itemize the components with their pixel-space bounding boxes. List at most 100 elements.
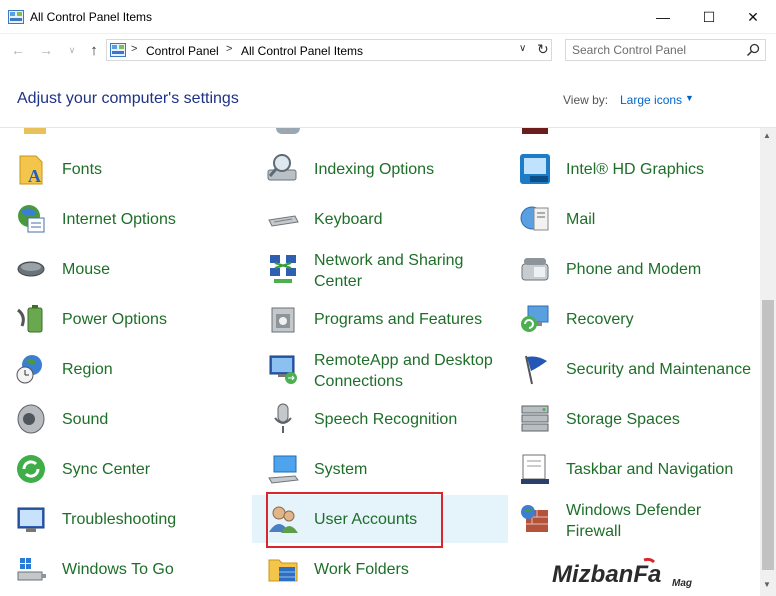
control-panel-items: A Fonts Indexing Options Intel® HD Graph…: [0, 128, 760, 596]
item-label: Phone and Modem: [566, 261, 702, 278]
item-fonts[interactable]: A Fonts: [0, 145, 240, 193]
breadcrumb-separator[interactable]: >: [226, 43, 232, 55]
item-storage-spaces[interactable]: Storage Spaces: [504, 395, 744, 443]
mouse-icon: [17, 261, 45, 277]
svg-text:MizbanFa: MizbanFa: [552, 561, 661, 588]
scrollbar-thumb[interactable]: [762, 300, 774, 570]
item-power-options[interactable]: Power Options: [0, 295, 240, 343]
system-icon: [268, 455, 299, 484]
item-label: Windows Defender Firewall: [566, 502, 702, 540]
item-system[interactable]: System: [252, 445, 492, 493]
item-label: Speech Recognition: [314, 411, 458, 428]
item-programs-and-features[interactable]: Programs and Features: [252, 295, 492, 343]
item-label: Troubleshooting: [62, 511, 177, 528]
breadcrumb-separator[interactable]: >: [131, 43, 137, 55]
item-remoteapp-and-desktop-connections[interactable]: RemoteApp and Desktop Connections: [252, 345, 493, 393]
annotation-highlight-box: [266, 492, 443, 548]
back-arrow-icon[interactable]: ←: [8, 40, 28, 60]
item-label: Taskbar and Navigation: [566, 461, 734, 478]
network-icon: [270, 255, 296, 283]
item-internet-options[interactable]: Internet Options: [0, 195, 240, 243]
search-box[interactable]: [565, 39, 766, 61]
firewall-icon: [521, 505, 548, 532]
breadcrumb-all-items[interactable]: All Control Panel Items: [241, 44, 363, 58]
item-label: Recovery: [566, 311, 634, 328]
item-region[interactable]: Region: [0, 345, 240, 393]
item-windows-to-go[interactable]: Windows To Go: [0, 545, 240, 593]
item-label: Keyboard: [314, 211, 383, 228]
item-network-and-sharing-center[interactable]: Network and Sharing Center: [252, 245, 492, 293]
item-label: Power Options: [62, 311, 167, 328]
breadcrumb-control-panel[interactable]: Control Panel: [146, 44, 219, 58]
item-label: RemoteApp and Desktop Connections: [314, 352, 493, 390]
item-phone-and-modem[interactable]: Phone and Modem: [504, 245, 744, 293]
power-icon: [17, 305, 43, 333]
recovery-icon: [521, 305, 549, 332]
item-label: Intel® HD Graphics: [566, 161, 705, 178]
item-label: Fonts: [62, 161, 103, 178]
work-folders-icon: [268, 559, 298, 582]
partial-row-icon: [522, 128, 548, 134]
item-label: Sound: [62, 411, 109, 428]
item-label: System: [314, 461, 368, 478]
search-icon[interactable]: [746, 43, 760, 57]
windows-to-go-icon: [17, 558, 46, 581]
troubleshooting-icon: [17, 507, 45, 532]
item-mail[interactable]: Mail: [504, 195, 744, 243]
item-label: Security and Maintenance: [566, 361, 751, 378]
item-label: Mouse: [62, 261, 111, 278]
item-indexing-options[interactable]: Indexing Options: [252, 145, 492, 193]
item-label: Programs and Features: [314, 311, 483, 328]
forward-arrow-icon[interactable]: →: [36, 40, 56, 60]
phone-icon: [521, 258, 549, 281]
recent-locations-chevron-icon[interactable]: ∨: [62, 40, 82, 60]
partial-row-icon: [24, 128, 46, 134]
content-header: Adjust your computer's settings View by:…: [0, 66, 776, 128]
item-recovery[interactable]: Recovery: [504, 295, 744, 343]
scroll-up-icon[interactable]: ▲: [763, 131, 771, 140]
view-by-caret-icon[interactable]: ▼: [685, 93, 694, 103]
item-taskbar-and-navigation[interactable]: Taskbar and Navigation: [504, 445, 744, 493]
item-security-and-maintenance[interactable]: Security and Maintenance: [504, 345, 751, 393]
mizbanfa-watermark-logo: MizbanFa Mag: [552, 557, 692, 589]
remoteapp-icon: [269, 355, 297, 384]
vertical-scrollbar[interactable]: ▲ ▼: [760, 128, 776, 596]
item-speech-recognition[interactable]: Speech Recognition: [252, 395, 492, 443]
taskbar-icon: [521, 454, 549, 484]
item-windows-defender-firewall[interactable]: Windows Defender Firewall: [504, 495, 744, 543]
item-troubleshooting[interactable]: Troubleshooting: [0, 495, 240, 543]
security-flag-icon: [525, 355, 547, 385]
item-label: Region: [62, 361, 113, 378]
search-input[interactable]: [572, 43, 742, 57]
mail-icon: [520, 206, 549, 231]
item-label: Indexing Options: [314, 161, 435, 178]
sound-icon: [17, 404, 45, 434]
item-label: Mail: [566, 211, 596, 228]
up-arrow-icon[interactable]: ↑: [84, 40, 104, 60]
fonts-icon: A: [19, 155, 43, 186]
item-intel-hd-graphics[interactable]: Intel® HD Graphics: [504, 145, 744, 193]
item-label: Windows To Go: [62, 561, 174, 578]
item-label: Sync Center: [62, 461, 151, 478]
address-dropdown-icon[interactable]: ∨: [519, 43, 526, 54]
svg-text:A: A: [28, 166, 41, 186]
window-title: All Control Panel Items: [30, 10, 153, 24]
address-bar[interactable]: > Control Panel > All Control Panel Item…: [106, 39, 552, 61]
refresh-icon[interactable]: ↻: [537, 41, 549, 58]
control-panel-icon: [8, 10, 24, 24]
scroll-down-icon[interactable]: ▼: [763, 580, 771, 589]
item-label: Internet Options: [62, 211, 176, 228]
item-sound[interactable]: Sound: [0, 395, 240, 443]
item-sync-center[interactable]: Sync Center: [0, 445, 240, 493]
maximize-button[interactable]: ☐: [686, 0, 732, 34]
item-work-folders[interactable]: Work Folders: [252, 545, 492, 593]
programs-icon: [271, 307, 295, 333]
item-keyboard[interactable]: Keyboard: [252, 195, 492, 243]
view-by-dropdown[interactable]: Large icons: [620, 93, 682, 107]
title-bar: All Control Panel Items — ☐ ✕: [0, 0, 776, 34]
minimize-button[interactable]: —: [640, 0, 686, 34]
partial-row-icon: [276, 128, 300, 134]
keyboard-icon: [268, 215, 299, 227]
close-button[interactable]: ✕: [730, 0, 776, 34]
item-mouse[interactable]: Mouse: [0, 245, 240, 293]
